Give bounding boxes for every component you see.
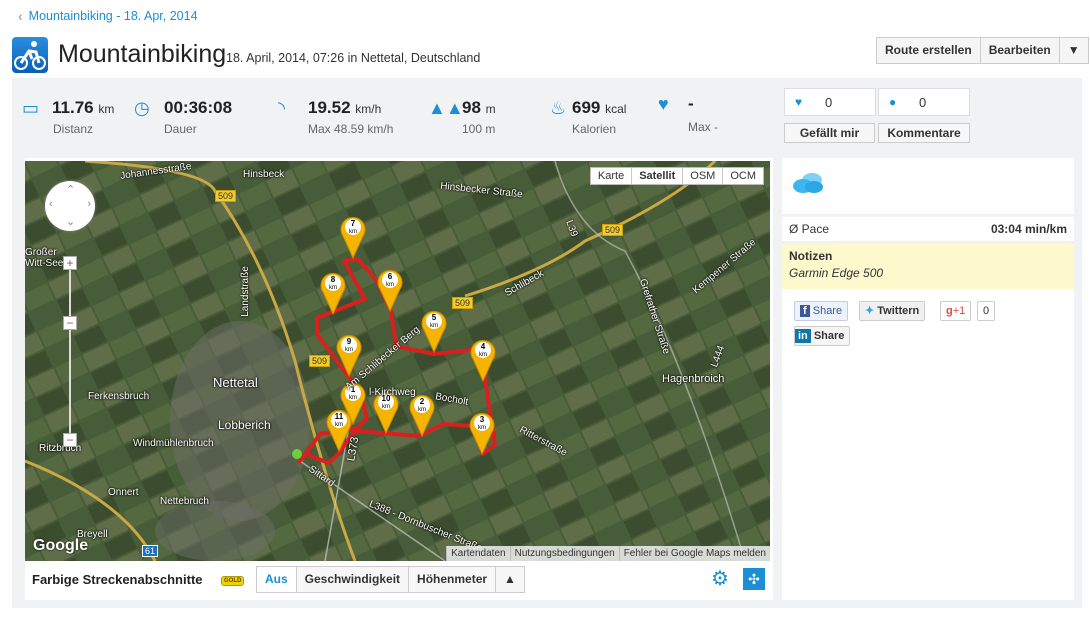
- like-button[interactable]: Gefällt mir: [784, 123, 875, 143]
- km-marker-unit: km: [479, 352, 487, 358]
- stat-heartrate: ♥ - Max -: [658, 94, 718, 134]
- km-marker-unit: km: [430, 323, 438, 329]
- stat-elevation: ▲▲ 98 m 100 m: [428, 98, 496, 136]
- ruler-icon: ▭: [22, 98, 40, 118]
- map-data-link[interactable]: Kartendaten: [446, 546, 510, 561]
- km-marker-4[interactable]: 4km: [470, 339, 496, 383]
- map-type-osm[interactable]: OSM: [683, 168, 724, 184]
- zoom-slider-track[interactable]: [69, 261, 71, 441]
- km-marker-5[interactable]: 5km: [421, 310, 447, 354]
- pace-row: Ø Pace 03:04 min/km: [782, 214, 1074, 244]
- action-buttons: Route erstellen Bearbeiten ▼: [876, 37, 1089, 64]
- km-marker-7[interactable]: 7km: [340, 216, 366, 260]
- comments-button[interactable]: Kommentare: [878, 123, 970, 143]
- stat-speed: ◝ 19.52 km/h Max 48.59 km/h: [278, 98, 394, 136]
- cycling-icon: [12, 37, 48, 73]
- gear-icon[interactable]: ⚙: [711, 567, 729, 591]
- km-marker-unit: km: [345, 347, 353, 353]
- edit-button[interactable]: Bearbeiten: [981, 38, 1060, 63]
- km-marker-label: 2: [420, 397, 425, 406]
- heart-icon: ♥: [795, 95, 803, 109]
- stat-calories: ♨ 699 kcal Kalorien: [550, 98, 627, 136]
- zoom-slider-handle[interactable]: −: [63, 316, 77, 330]
- km-marker-unit: km: [418, 407, 426, 413]
- km-marker-unit: km: [335, 422, 343, 428]
- gold-badge: GOLD: [221, 576, 245, 586]
- km-marker-label: 5: [432, 313, 437, 322]
- segment-speed-button[interactable]: Geschwindigkeit: [296, 567, 410, 592]
- notes-box: Notizen Garmin Edge 500: [782, 244, 1074, 289]
- km-marker-9[interactable]: 9km: [336, 334, 362, 378]
- flame-icon: ♨: [550, 98, 567, 118]
- segment-mode-buttons: Aus Geschwindigkeit Höhenmeter ▲: [256, 566, 525, 593]
- km-marker-unit: km: [349, 395, 357, 401]
- stat-distance: ▭ 11.76 km Distanz: [22, 98, 115, 136]
- speech-bubble-icon: ●: [889, 95, 897, 109]
- google-plus-button[interactable]: g+1: [940, 301, 972, 321]
- km-marker-6[interactable]: 6km: [377, 269, 403, 313]
- km-marker-label: 11: [335, 412, 344, 421]
- chevron-left-icon: ‹: [18, 8, 23, 24]
- twitter-icon: ✦: [865, 305, 875, 317]
- route-map[interactable]: 1 km 2 km 3 km 4 km 5 km 6 km 7 km 8 km 9 km 10 km 11 km Joha…: [25, 161, 770, 561]
- km-marker-label: 3: [480, 415, 485, 424]
- km-marker-label: 7: [351, 219, 356, 228]
- map-type-ocm[interactable]: OCM: [723, 168, 763, 184]
- stats-bar: ▭ 11.76 km Distanz ◷ 00:36:08 Dauer ◝ 19.52 k…: [12, 78, 1082, 152]
- terms-link[interactable]: Nutzungsbedingungen: [509, 546, 619, 561]
- google-plus-count: 0: [977, 301, 996, 321]
- km-marker-unit: km: [329, 285, 337, 291]
- route-layer: 1km 2km3km4km5km6km7km8km9km10km11km: [292, 216, 497, 465]
- zoom-out-button[interactable]: −: [63, 433, 77, 447]
- map-type-satellit[interactable]: Satellit: [632, 168, 684, 184]
- more-dropdown-button[interactable]: ▼: [1060, 38, 1088, 63]
- report-error-link[interactable]: Fehler bei Google Maps melden: [618, 546, 770, 561]
- km-marker-label: 4: [481, 342, 486, 351]
- segment-expand-button[interactable]: ▲: [496, 567, 524, 592]
- linkedin-share-button[interactable]: in Share: [794, 326, 851, 346]
- speedometer-icon: ◝: [278, 98, 285, 118]
- km-marker-unit: km: [382, 404, 390, 410]
- map-pan-control[interactable]: ⌃ ⌄ ‹ ›: [45, 181, 95, 231]
- km-marker-10[interactable]: 10km: [373, 391, 399, 435]
- map-footer: Farbige Streckenabschnitte GOLD Aus Gesc…: [25, 561, 773, 599]
- km-marker-label: 6: [388, 272, 393, 281]
- map-type-karte[interactable]: Karte: [591, 168, 633, 184]
- start-marker[interactable]: [292, 449, 302, 459]
- segment-elevation-button[interactable]: Höhenmeter: [409, 567, 497, 592]
- page-title: Mountainbiking: [58, 40, 227, 68]
- zoom-in-button[interactable]: +: [63, 256, 77, 270]
- segment-off-button[interactable]: Aus: [257, 567, 297, 592]
- km-marker-label: 8: [331, 275, 336, 284]
- cloud-icon: [793, 173, 823, 193]
- stat-duration: ◷ 00:36:08 Dauer: [134, 98, 233, 136]
- twitter-button[interactable]: ✦ Twittern: [859, 301, 926, 321]
- km-marker-unit: km: [349, 229, 357, 235]
- facebook-share-button[interactable]: f Share: [794, 301, 849, 321]
- google-logo: Google: [33, 537, 89, 554]
- breadcrumb[interactable]: ‹ Mountainbiking - 18. Apr, 2014: [18, 8, 198, 24]
- clock-icon: ◷: [134, 98, 150, 118]
- create-route-button[interactable]: Route erstellen: [877, 38, 981, 63]
- facebook-icon: f: [800, 305, 810, 317]
- breadcrumb-link[interactable]: Mountainbiking - 18. Apr, 2014: [29, 9, 198, 23]
- linkedin-icon: in: [795, 329, 811, 343]
- likes-count: ♥ 0: [784, 88, 876, 116]
- colored-segments-title: Farbige Streckenabschnitte: [32, 572, 203, 587]
- km-marker-unit: km: [386, 282, 394, 288]
- km-marker-unit: km: [478, 425, 486, 431]
- heartbeat-icon: ♥: [658, 94, 669, 114]
- activity-subtitle: 18. April, 2014, 07:26 in Nettetal, Deut…: [226, 51, 481, 65]
- mountains-icon: ▲▲: [428, 98, 464, 118]
- km-marker-label: 9: [347, 337, 352, 346]
- sidebar-panel: Ø Pace 03:04 min/km Notizen Garmin Edge 50…: [782, 158, 1074, 600]
- fullscreen-icon[interactable]: ✣: [743, 568, 765, 590]
- map-type-switcher: Karte Satellit OSM OCM: [589, 167, 764, 185]
- comments-count: ● 0: [878, 88, 970, 116]
- google-plus-icon: g: [946, 305, 953, 317]
- map-attribution: Kartendaten Nutzungsbedingungen Fehler b…: [446, 546, 770, 561]
